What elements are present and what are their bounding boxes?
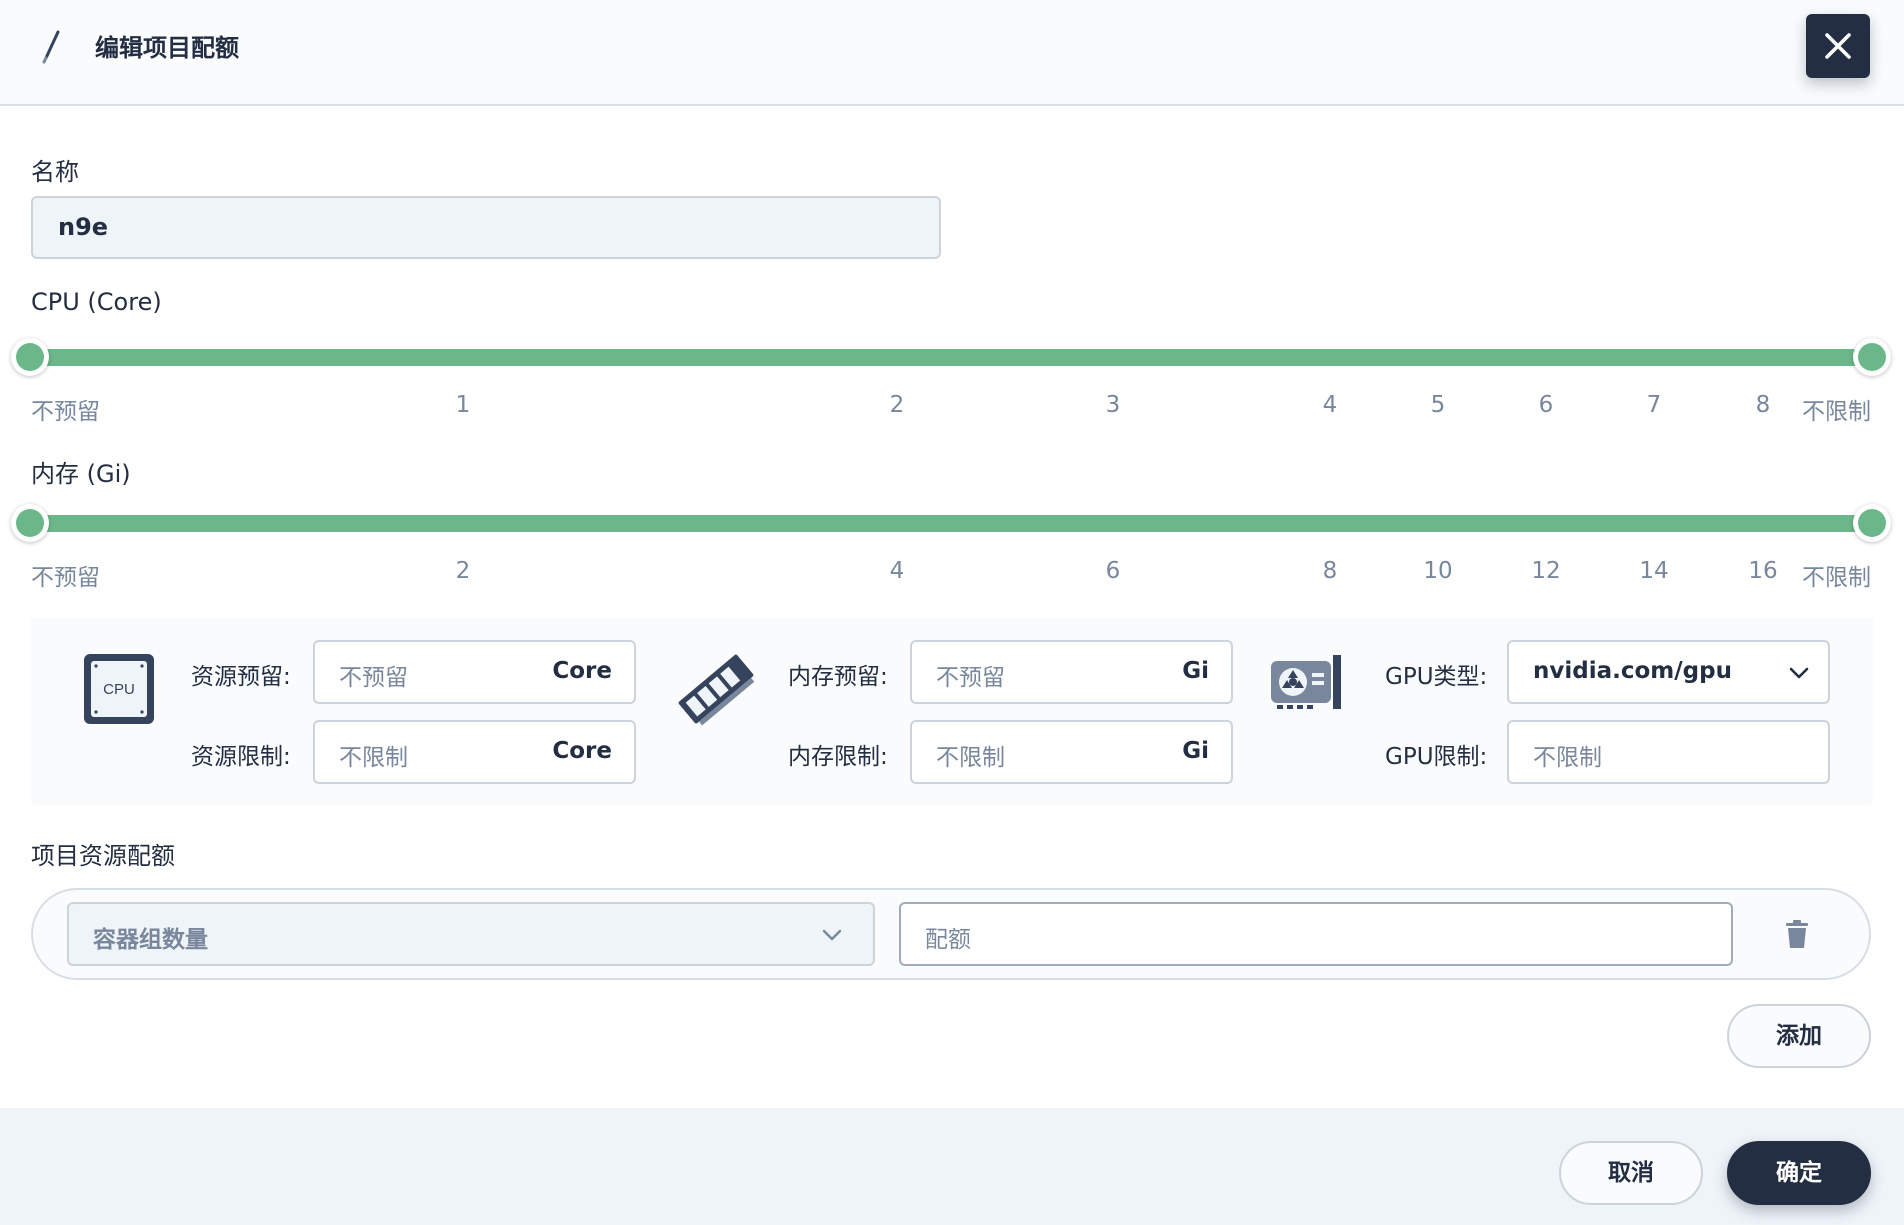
memory-tick: 12 — [1531, 558, 1561, 584]
cpu-reserve-input[interactable]: 不预留 Core — [313, 640, 636, 704]
pen-icon — [42, 30, 60, 64]
close-icon — [1825, 33, 1851, 59]
gpu-type-value: nvidia.com/gpu — [1533, 658, 1732, 684]
cpu-slider-max-handle[interactable] — [1853, 338, 1891, 376]
memory-tick: 4 — [889, 558, 905, 584]
memory-reserve-input[interactable]: 不预留 Gi — [910, 640, 1233, 704]
cpu-limit-input[interactable]: 不限制 Core — [313, 720, 636, 784]
gpu-type-label: GPU类型: — [1385, 664, 1488, 690]
memory-slider-label: 内存 (Gi) — [31, 460, 131, 488]
cpu-reserve-unit: Core — [552, 658, 612, 684]
cpu-tick: 4 — [1322, 392, 1338, 418]
cpu-limit-label: 资源限制: — [191, 744, 291, 770]
gpu-limit-label: GPU限制: — [1385, 744, 1488, 770]
dialog-footer: 取消 确定 — [0, 1108, 1904, 1225]
cpu-tick: 5 — [1430, 392, 1446, 418]
chevron-down-icon — [822, 929, 842, 941]
memory-reserve-unit: Gi — [1182, 658, 1209, 684]
memory-slider-max-handle[interactable] — [1853, 504, 1891, 542]
memory-stick-icon — [678, 654, 755, 726]
cpu-slider-track[interactable] — [30, 349, 1872, 366]
cpu-tick: 7 — [1646, 392, 1662, 418]
confirm-button[interactable]: 确定 — [1727, 1141, 1871, 1205]
cpu-tick: 3 — [1105, 392, 1121, 418]
cpu-chip-text: CPU — [103, 681, 135, 698]
gpu-limit-input[interactable]: 不限制 — [1507, 720, 1830, 784]
chevron-down-icon — [1789, 667, 1809, 679]
trash-icon[interactable] — [1785, 920, 1809, 948]
quota-resource-placeholder: 容器组数量 — [93, 927, 208, 953]
close-button[interactable] — [1806, 14, 1870, 78]
cpu-reserve-placeholder: 不预留 — [339, 665, 408, 691]
memory-limit-placeholder: 不限制 — [936, 745, 1005, 771]
quota-value-placeholder: 配额 — [925, 927, 971, 953]
resource-panel: CPU 资源预留: 不预留 Core 资源限制: 不限制 Core 内存预留: … — [31, 617, 1873, 805]
cpu-tick: 1 — [455, 392, 471, 418]
cpu-tick: 不预留 — [31, 399, 100, 425]
memory-limit-label: 内存限制: — [788, 744, 888, 770]
memory-tick: 14 — [1639, 558, 1669, 584]
add-quota-button[interactable]: 添加 — [1727, 1004, 1871, 1068]
memory-tick: 6 — [1105, 558, 1121, 584]
cpu-tick: 8 — [1755, 392, 1771, 418]
memory-limit-unit: Gi — [1182, 738, 1209, 764]
memory-tick: 2 — [455, 558, 471, 584]
gpu-limit-placeholder: 不限制 — [1533, 745, 1602, 771]
memory-reserve-placeholder: 不预留 — [936, 665, 1005, 691]
cpu-tick: 6 — [1538, 392, 1554, 418]
cancel-button[interactable]: 取消 — [1559, 1141, 1703, 1205]
cpu-chip-icon: CPU — [84, 654, 154, 724]
gpu-type-select[interactable]: nvidia.com/gpu — [1507, 640, 1830, 704]
quota-resource-select[interactable]: 容器组数量 — [67, 902, 875, 966]
cpu-tick: 不限制 — [1802, 399, 1871, 425]
quota-row: 容器组数量 配额 — [31, 888, 1871, 980]
quota-section-label: 项目资源配额 — [31, 842, 175, 870]
name-input[interactable]: n9e — [31, 196, 941, 259]
memory-limit-input[interactable]: 不限制 Gi — [910, 720, 1233, 784]
name-label: 名称 — [31, 158, 79, 186]
memory-tick: 8 — [1322, 558, 1338, 584]
gpu-card-icon — [1271, 655, 1341, 709]
cpu-limit-placeholder: 不限制 — [339, 745, 408, 771]
memory-reserve-label: 内存预留: — [788, 664, 888, 690]
cpu-limit-unit: Core — [552, 738, 612, 764]
cpu-slider-min-handle[interactable] — [11, 338, 49, 376]
memory-slider-track[interactable] — [30, 515, 1872, 532]
memory-tick: 10 — [1423, 558, 1453, 584]
cpu-slider-label: CPU (Core) — [31, 288, 162, 316]
dialog-title: 编辑项目配额 — [95, 34, 239, 62]
memory-tick: 不限制 — [1802, 565, 1871, 591]
quota-value-input[interactable]: 配额 — [899, 902, 1733, 966]
dialog-header: 编辑项目配额 — [0, 0, 1904, 106]
cpu-reserve-label: 资源预留: — [191, 664, 291, 690]
memory-tick: 不预留 — [31, 565, 100, 591]
cpu-tick: 2 — [889, 392, 905, 418]
memory-slider-min-handle[interactable] — [11, 504, 49, 542]
memory-tick: 16 — [1748, 558, 1778, 584]
